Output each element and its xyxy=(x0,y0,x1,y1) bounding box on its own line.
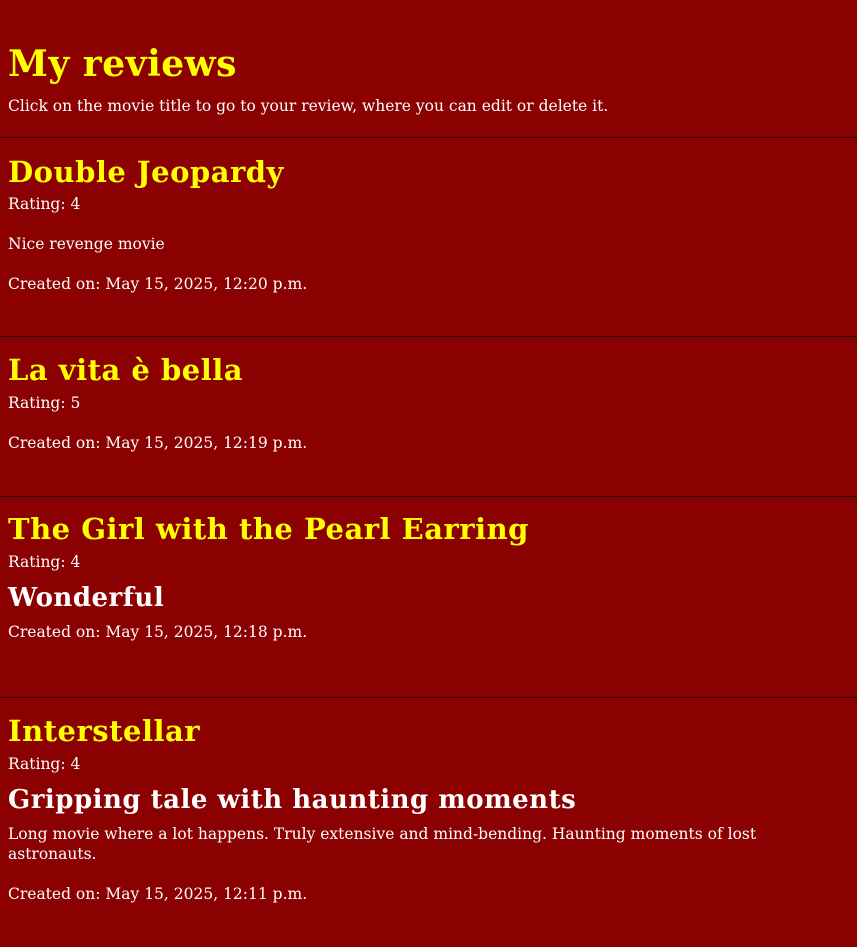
review-created-date: Created on: May 15, 2025, 12:11 p.m. xyxy=(8,885,308,903)
review-card: The Girl with the Pearl Earring Rating: … xyxy=(0,496,857,697)
review-movie-title-link[interactable]: La vita è bella xyxy=(8,352,849,388)
review-created-date: Created on: May 15, 2025, 12:20 p.m. xyxy=(8,275,308,293)
review-card: Interstellar Rating: 4 Gripping tale wit… xyxy=(0,697,857,947)
review-rating: Rating: 4 xyxy=(8,195,81,213)
review-movie-title-link[interactable]: Interstellar xyxy=(8,713,849,749)
review-body: Long movie where a lot happens. Truly ex… xyxy=(8,825,757,863)
review-card: La vita è bella Rating: 5 Created on: Ma… xyxy=(0,336,857,496)
page-title: My reviews xyxy=(8,43,237,85)
review-movie-title-link[interactable]: The Girl with the Pearl Earring xyxy=(8,511,849,547)
review-rating: Rating: 4 xyxy=(8,755,81,773)
review-body: Nice revenge movie xyxy=(8,235,165,253)
page-instructions: Click on the movie title to go to your r… xyxy=(8,97,609,115)
review-card: Double Jeopardy Rating: 4 Nice revenge m… xyxy=(0,137,857,336)
reviews-page: My reviews Click on the movie title to g… xyxy=(0,0,857,947)
review-heading: Gripping tale with haunting moments xyxy=(8,785,577,815)
review-rating: Rating: 5 xyxy=(8,394,81,412)
review-created-date: Created on: May 15, 2025, 12:18 p.m. xyxy=(8,623,308,641)
review-heading: Wonderful xyxy=(8,583,165,613)
review-created-date: Created on: May 15, 2025, 12:19 p.m. xyxy=(8,434,308,452)
page-header: My reviews Click on the movie title to g… xyxy=(0,0,857,137)
review-rating: Rating: 4 xyxy=(8,553,81,571)
review-movie-title-link[interactable]: Double Jeopardy xyxy=(8,154,849,190)
